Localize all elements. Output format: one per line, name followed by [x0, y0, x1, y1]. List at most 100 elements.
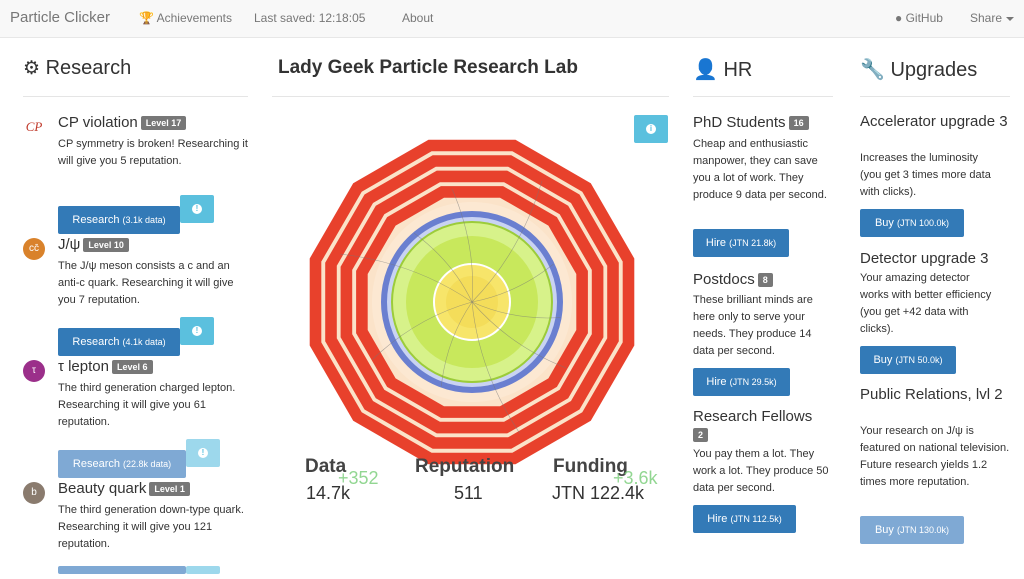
level-badge: Level 6 [111, 359, 153, 374]
research-item-tau: τ lepton Level 6 [58, 358, 153, 376]
research-button-row: Research (3.1k data)! [58, 195, 214, 234]
buy-button[interactable]: Buy (JTN 50.0k) [860, 346, 956, 374]
item-title: Public Relations, lvl 2 [860, 386, 1003, 403]
info-button[interactable]: ! [186, 439, 220, 467]
research-heading: ⚙ Research [23, 57, 131, 80]
buy-button[interactable]: Buy (JTN 130.0k) [860, 516, 964, 544]
upgrades-heading: 🔧 Upgrades [860, 57, 977, 82]
share-dropdown[interactable]: Share [970, 11, 1015, 25]
item-title: τ lepton [58, 358, 109, 375]
cp-violation-icon: CP [23, 116, 45, 138]
hire-button[interactable]: Hire (JTN 29.5k) [693, 368, 790, 396]
share-label: Share [970, 11, 1003, 25]
item-description: These brilliant minds are here only to s… [693, 294, 813, 357]
item-title: CP violation [58, 114, 138, 131]
item-title: Postdocs [693, 271, 755, 288]
research-button[interactable] [58, 566, 186, 574]
github-label: GitHub [905, 11, 943, 25]
count-badge: 8 [757, 272, 773, 287]
button-cost: (JTN 112.5k) [730, 514, 782, 524]
divider [272, 96, 669, 97]
button-cost: (4.1k data) [122, 337, 166, 347]
button-label: Buy [874, 524, 894, 536]
hr-column: 👤 HR PhD Students 16 Cheap and enthusiast… [693, 40, 833, 568]
info-button[interactable]: ! [180, 195, 214, 223]
detector[interactable] [302, 132, 642, 472]
divider [23, 96, 248, 97]
item-description: The third generation down-type quark. Re… [58, 504, 244, 550]
button-label: Research [72, 214, 120, 226]
info-button[interactable] [186, 566, 220, 574]
reputation-label: Reputation [415, 456, 515, 477]
wrench-icon: 🔧 [860, 59, 885, 81]
item-title: J/ψ [58, 236, 81, 253]
info-icon: ! [198, 448, 208, 458]
hire-button[interactable]: Hire (JTN 112.5k) [693, 505, 796, 533]
lab-title: Lady Geek Particle Research Lab [278, 57, 578, 78]
item-description: CP symmetry is broken! Researching it wi… [58, 138, 248, 167]
info-icon: i [646, 124, 656, 134]
button-cost: (22.8k data) [123, 459, 172, 469]
button-label: Buy [873, 354, 893, 366]
info-icon: ! [192, 326, 202, 336]
button-label: Research [72, 458, 120, 470]
level-badge: Level 17 [140, 115, 187, 130]
tau-icon: τ [23, 360, 45, 382]
item-title: PhD Students [693, 114, 786, 131]
lab-column: Lady Geek Particle Research Lab i Data 1… [272, 40, 669, 568]
upgrades-title: Upgrades [890, 59, 978, 81]
level-badge: Level 10 [83, 237, 129, 252]
item-title: Beauty quark [58, 480, 147, 497]
research-item-beauty: Beauty quark Level 1 [58, 480, 190, 498]
reputation-value: 511 [454, 483, 483, 503]
button-cost: (JTN 29.5k) [729, 377, 777, 387]
item-title: Accelerator upgrade 3 [860, 113, 1008, 130]
last-saved-text: Last saved: 12:18:05 [254, 11, 366, 25]
achievements-label: Achievements [156, 11, 232, 25]
upgrades-column: 🔧 Upgrades Accelerator upgrade 3 Increas… [860, 40, 1010, 568]
button-label: Research [72, 336, 120, 348]
button-label: Hire [707, 513, 728, 525]
achievements-link[interactable]: 🏆 Achievements [139, 11, 232, 25]
item-description: You pay them a lot. They work a lot. The… [693, 448, 829, 494]
chevron-down-icon [1006, 16, 1015, 21]
hr-title: HR [723, 59, 753, 81]
research-button-row [58, 561, 220, 579]
button-label: Buy [874, 217, 894, 229]
data-increment: +352 [338, 468, 379, 488]
beauty-quark-icon: b [23, 482, 45, 504]
research-item-cp: CP violation Level 17 [58, 114, 187, 132]
brand-link[interactable]: Particle Clicker [10, 9, 110, 26]
info-button[interactable]: ! [180, 317, 214, 345]
research-button-row: Research (22.8k data)! [58, 439, 220, 478]
count-badge: 2 [693, 427, 709, 442]
research-button[interactable]: Research (22.8k data) [58, 450, 186, 478]
research-button-row: Research (4.1k data)! [58, 317, 214, 356]
hire-button[interactable]: Hire (JTN 21.8k) [693, 229, 789, 257]
github-link[interactable]: ● GitHub [895, 11, 943, 25]
button-label: Hire [705, 237, 727, 249]
funding-increment: +3.6k [613, 468, 658, 488]
research-button[interactable]: Research (4.1k data) [58, 328, 180, 356]
button-cost: (JTN 130.0k) [897, 525, 950, 535]
research-title: Research [45, 57, 132, 79]
item-description: Your research on J/ψ is featured on nati… [860, 425, 1010, 488]
hr-item-postdocs: Postdocs 8 [693, 271, 773, 289]
item-description: Cheap and enthusiastic manpower, they ca… [693, 138, 827, 201]
hr-item-phd: PhD Students 16 [693, 114, 809, 132]
hr-item-fellows: Research Fellows 2 [693, 408, 812, 443]
button-cost: (JTN 21.8k) [729, 238, 777, 248]
item-description: The third generation charged lepton. Res… [58, 382, 236, 428]
divider [860, 96, 1010, 97]
research-button[interactable]: Research (3.1k data) [58, 206, 180, 234]
about-link[interactable]: About [402, 11, 433, 25]
button-label: Hire [706, 376, 727, 388]
divider [693, 96, 833, 97]
navbar: Particle Clicker 🏆 Achievements Last sav… [0, 0, 1024, 38]
button-cost: (JTN 50.0k) [895, 355, 943, 365]
button-cost: (3.1k data) [122, 215, 166, 225]
research-item-jpsi: J/ψ Level 10 [58, 236, 129, 254]
buy-button[interactable]: Buy (JTN 100.0k) [860, 209, 964, 237]
level-badge: Level 1 [149, 481, 190, 496]
button-cost: (JTN 100.0k) [897, 218, 950, 228]
